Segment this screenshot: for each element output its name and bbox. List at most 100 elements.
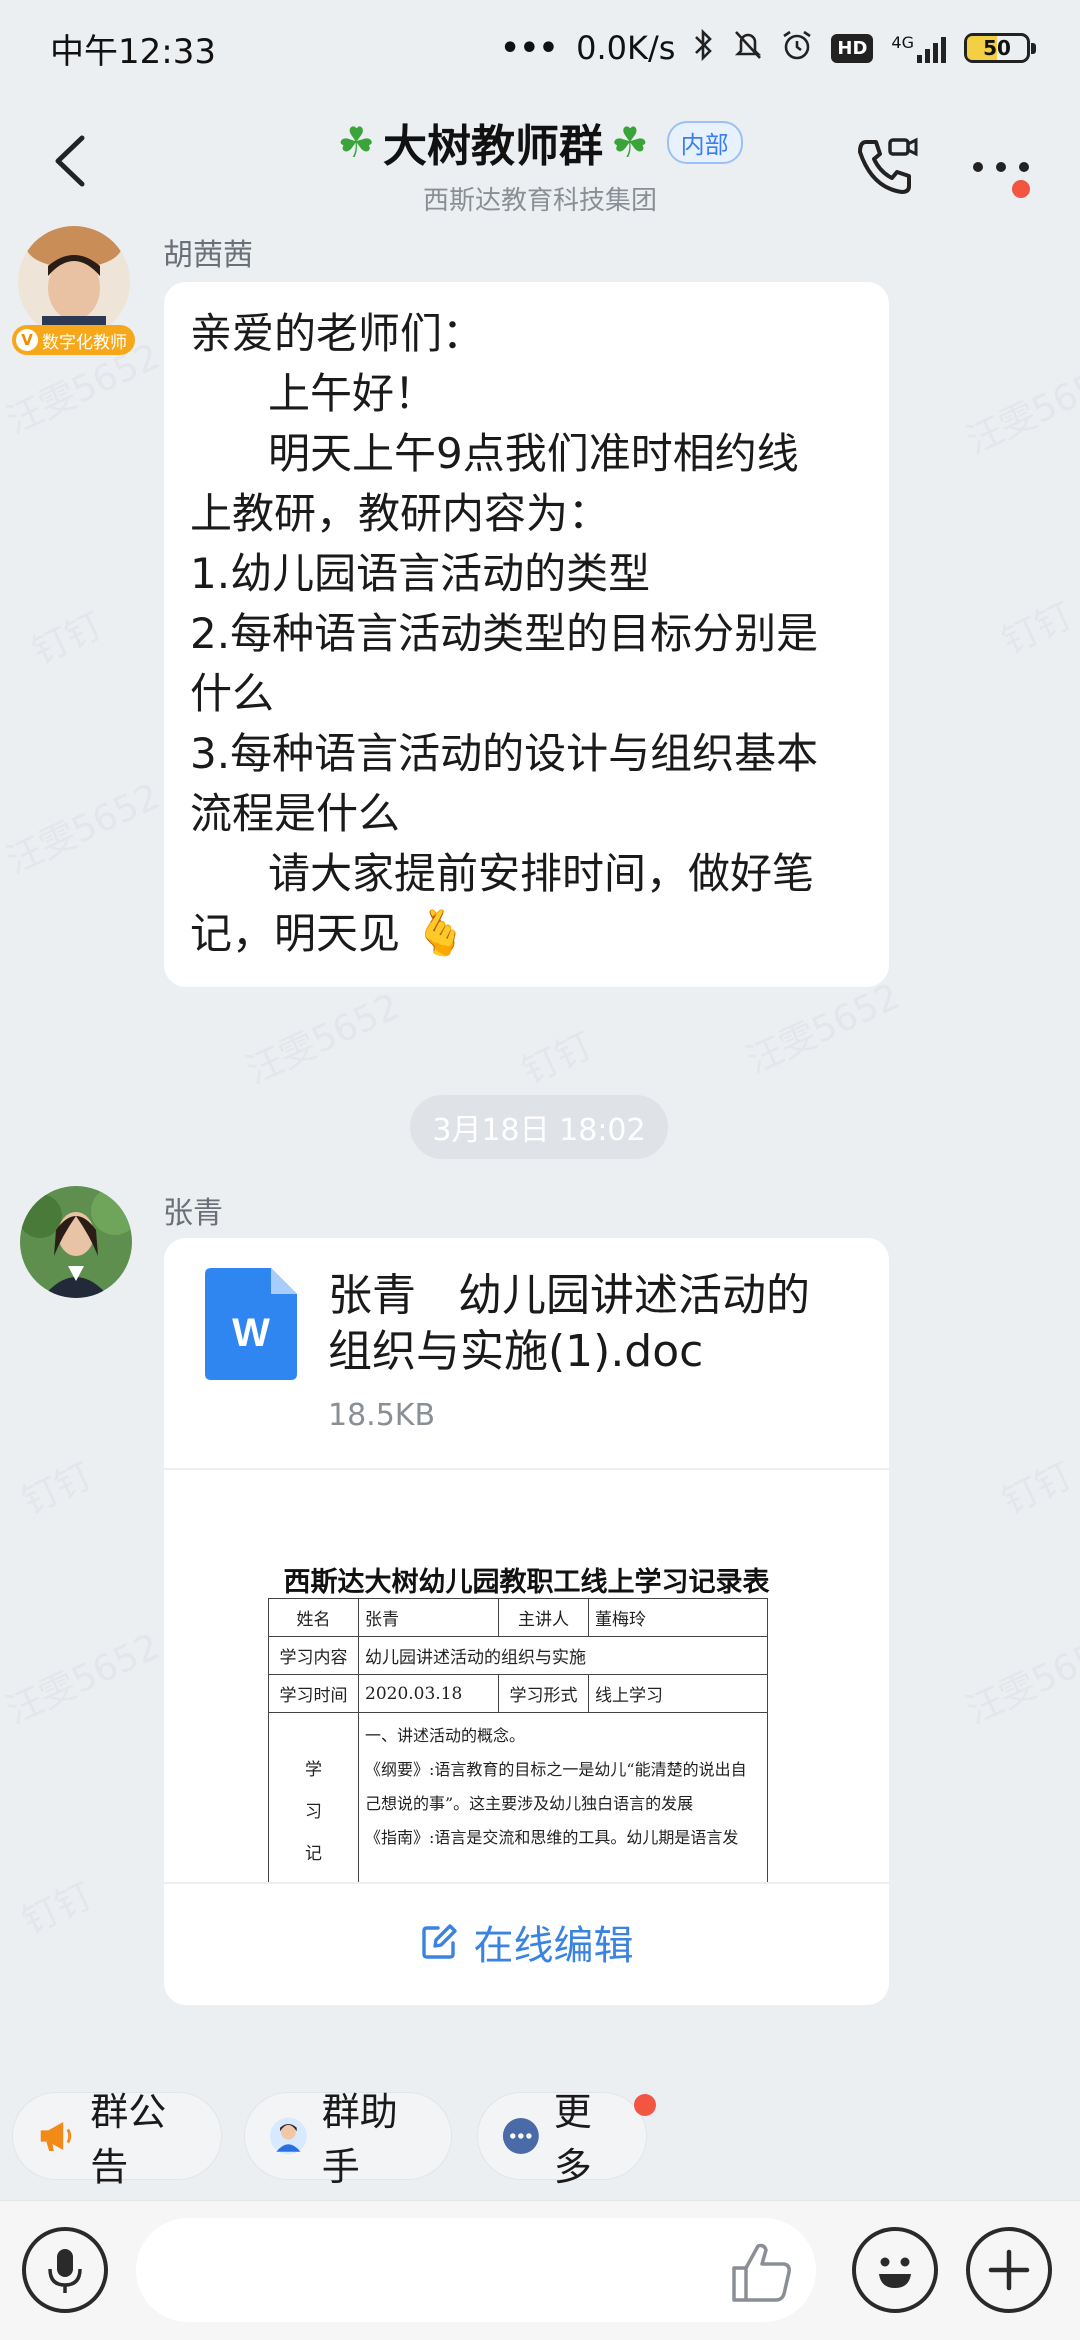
avatar-badge: V 数字化教师	[12, 325, 135, 355]
watermark-text: 钉钉	[996, 595, 1079, 663]
status-time: 中午12:33	[50, 31, 216, 72]
group-assistant-chip[interactable]: 群助手	[244, 2090, 452, 2189]
voice-button[interactable]	[22, 2227, 108, 2313]
file-size: 18.5KB	[328, 1398, 436, 1433]
table-cell: 姓名	[268, 1598, 359, 1637]
message-line: 什么	[190, 669, 275, 718]
battery-level: 50	[983, 36, 1011, 60]
watermark-text: 钉钉	[16, 1455, 99, 1523]
timestamp-divider: 3月18日 18:02	[410, 1095, 668, 1159]
notification-dot	[634, 2094, 656, 2116]
online-edit-button[interactable]: 在线编辑	[164, 1882, 889, 2002]
file-name: 张青 幼儿园讲述活动的 组织与实施(1).doc	[328, 1268, 868, 1380]
file-name-line: 组织与实施(1).doc	[328, 1326, 704, 1377]
table-cell: 线上学习	[588, 1674, 768, 1713]
add-button[interactable]	[966, 2227, 1052, 2313]
mute-bell-icon	[733, 29, 763, 67]
message-line-last: 记，明天见 🫰	[190, 904, 863, 964]
group-announcement-chip[interactable]: 群公告	[12, 2090, 222, 2189]
chip-label: 群公告	[90, 2090, 167, 2189]
table-cell: 幼儿园讲述活动的组织与实施	[358, 1636, 768, 1675]
doc-body-line: 《纲要》:语言教育的目标之一是幼儿“能清楚的说出自	[365, 1760, 747, 1779]
status-bar: 中午12:33 ••• 0.0K/s HD 4G 50	[0, 0, 1080, 96]
plus-icon	[988, 2249, 1030, 2291]
video-call-button[interactable]	[852, 132, 922, 202]
message-line: 上午好！	[268, 369, 437, 418]
clover-icon: ☘	[337, 117, 375, 167]
assistant-avatar-icon	[269, 2117, 307, 2155]
watermark-text: 钉钉	[16, 1875, 99, 1943]
table-cell: 学习形式	[498, 1674, 589, 1713]
table-body-cell: 一、讲述活动的概念。 《纲要》:语言教育的目标之一是幼儿“能清楚的说出自 己想说…	[358, 1712, 768, 1882]
watermark-text: 钉钉	[26, 605, 109, 673]
chip-label: 群助手	[321, 2090, 398, 2189]
sender-name: 张青	[163, 1196, 223, 1231]
doc-body-line: 一、讲述活动的概念。	[365, 1726, 526, 1745]
status-icons: ••• 0.0K/s HD 4G 50	[500, 28, 1036, 68]
table-row: 学 习 记 一、讲述活动的概念。 《纲要》:语言教育的目标之一是幼儿“能清楚的说…	[268, 1712, 768, 1882]
group-name: 大树教师群	[383, 121, 603, 172]
watermark-text: 汪雯5652	[960, 1626, 1080, 1733]
doc-body-line: 《指南》:语言是交流和思维的工具。幼儿期是语言发	[365, 1828, 739, 1847]
network-type: 4G	[891, 33, 914, 52]
message-line: 亲爱的老师们：	[190, 309, 485, 358]
message-input[interactable]	[136, 2218, 816, 2322]
thumbs-up-button[interactable]	[728, 2238, 796, 2306]
table-cell: 学习时间	[268, 1674, 359, 1713]
message-line: 记，明天见	[190, 909, 401, 958]
table-cell: 学习内容	[268, 1636, 359, 1675]
word-file-icon: W	[205, 1268, 297, 1380]
avatar[interactable]	[20, 1186, 132, 1298]
alarm-icon	[781, 29, 813, 67]
notification-dot	[1012, 180, 1030, 198]
side-label-char: 习	[305, 1802, 322, 1822]
word-icon-letter: W	[232, 1311, 270, 1355]
message-line: 1.幼儿园语言活动的类型	[190, 549, 651, 598]
chip-label: 更多	[553, 2090, 592, 2189]
more-chip[interactable]: 更多	[477, 2090, 647, 2189]
watermark-text: 汪雯5652	[960, 356, 1080, 463]
table-cell: 董梅玲	[588, 1598, 768, 1637]
smiley-icon	[879, 2257, 911, 2288]
battery-icon: 50	[964, 33, 1036, 63]
table-cell: 主讲人	[498, 1598, 589, 1637]
avatar[interactable]	[18, 226, 130, 338]
document-preview[interactable]: 西斯达大树幼儿园教职工线上学习记录表 姓名 张青 主讲人 董梅玲 学习内容 幼儿…	[164, 1470, 889, 1882]
watermark-text: 钉钉	[516, 1025, 599, 1093]
table-side-label: 学 习 记	[268, 1712, 359, 1882]
table-row: 姓名 张青 主讲人 董梅玲	[268, 1598, 768, 1637]
watermark-text: 汪雯5652	[0, 1626, 167, 1733]
doc-body-line: 己想说的事”。这主要涉及幼儿独白语言的发展	[365, 1794, 694, 1813]
table-row: 学习内容 幼儿园讲述活动的组织与实施	[268, 1636, 768, 1675]
net-dots-icon: •••	[500, 30, 559, 66]
message-line: 请大家提前安排时间，做好笔	[268, 849, 815, 898]
hd-badge: HD	[831, 33, 874, 63]
watermark-text: 汪雯5652	[0, 776, 167, 883]
microphone-icon	[48, 2249, 82, 2293]
avatar-portrait-icon	[18, 226, 130, 338]
sender-name: 胡茜茜	[163, 238, 253, 273]
table-cell: 张青	[358, 1598, 499, 1637]
internal-badge: 内部	[666, 120, 743, 164]
side-label-char: 学	[305, 1760, 322, 1780]
megaphone-icon	[40, 2121, 72, 2151]
emoji-button[interactable]	[852, 2227, 938, 2313]
side-label-char: 记	[305, 1844, 322, 1864]
more-dots-icon	[502, 2118, 539, 2154]
watermark-text: 汪雯5652	[240, 986, 407, 1093]
phone-video-icon	[858, 137, 918, 194]
finger-heart-emoji: 🫰	[413, 908, 469, 959]
file-name-line: 张青 幼儿园讲述活动的	[328, 1270, 810, 1321]
chat-header: ☘ 大树教师群 ☘ 内部 西斯达教育科技集团	[0, 96, 1080, 226]
message-bubble[interactable]: 亲爱的老师们： 上午好！ 明天上午9点我们准时相约线 上教研，教研内容为： 1.…	[164, 282, 889, 987]
signal-icon: 4G	[891, 33, 946, 63]
message-line: 明天上午9点我们准时相约线	[268, 429, 799, 478]
table-cell: 2020.03.18	[358, 1674, 499, 1713]
message-line: 3.每种语言活动的设计与组织基本	[190, 729, 819, 778]
message-line: 上教研，教研内容为：	[190, 489, 611, 538]
document-title: 西斯达大树幼儿园教职工线上学习记录表	[283, 1567, 770, 1598]
document-table: 姓名 张青 主讲人 董梅玲 学习内容 幼儿园讲述活动的组织与实施 学习时间 20…	[268, 1598, 768, 1882]
table-row: 学习时间 2020.03.18 学习形式 线上学习	[268, 1674, 768, 1713]
page-title: ☘ 大树教师群 ☘ 内部	[337, 110, 743, 174]
message-line: 2.每种语言活动类型的目标分别是	[190, 609, 819, 658]
